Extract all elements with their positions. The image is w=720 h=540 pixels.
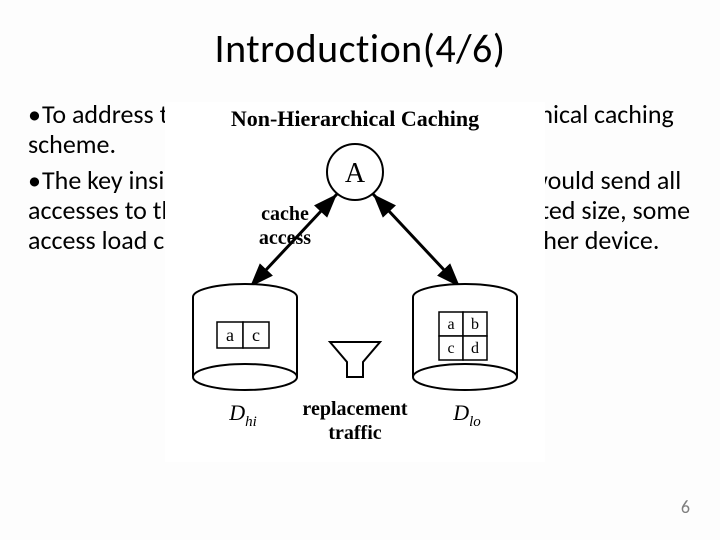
diagram-heading: Non-Hierarchical Caching xyxy=(231,106,479,131)
d-hi-label: Dhi xyxy=(228,400,257,430)
bullet-marker: • xyxy=(28,100,42,130)
cylinder-hi: a c xyxy=(193,284,297,390)
arrow-right xyxy=(373,194,460,287)
caching-diagram: Non-Hierarchical Caching A cache access xyxy=(165,102,545,462)
cell-hi-0: a xyxy=(226,325,234,345)
replacement-label: replacement xyxy=(302,398,407,420)
cell-lo-2: c xyxy=(447,340,454,357)
cell-lo-0: a xyxy=(447,316,454,333)
slide: Introduction(4/6) •To address this issue… xyxy=(0,0,720,540)
diagram-svg: Non-Hierarchical Caching A cache access xyxy=(165,102,545,462)
process-label: A xyxy=(345,158,366,189)
bullet-marker: • xyxy=(28,166,42,196)
cell-lo-1: b xyxy=(471,316,479,333)
cache-label: cache xyxy=(261,203,309,225)
d-lo-label: Dlo xyxy=(452,400,481,430)
cell-hi-1: c xyxy=(252,325,260,345)
cylinder-lo: a b c d xyxy=(413,284,517,390)
page-title: Introduction(4/6) xyxy=(0,24,720,73)
cell-lo-3: d xyxy=(471,340,479,357)
page-number: 6 xyxy=(681,496,690,518)
traffic-label: traffic xyxy=(328,422,381,444)
funnel-icon xyxy=(330,342,380,377)
